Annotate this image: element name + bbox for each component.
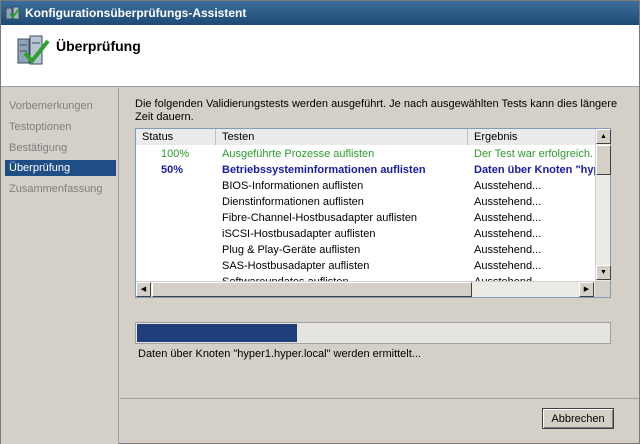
- scroll-corner: [595, 281, 610, 297]
- row-result: Ausstehend...: [474, 260, 542, 272]
- nav-item-zusammenfassung[interactable]: Zusammenfassung: [5, 181, 116, 197]
- column-header-status[interactable]: Status: [136, 129, 216, 145]
- cancel-button[interactable]: Abbrechen: [542, 408, 614, 429]
- row-result: Daten über Knoten "hyper1...: [474, 164, 595, 176]
- wizard-header: Überprüfung: [1, 25, 639, 87]
- table-row[interactable]: 50% Betriebssysteminformationen auflisten…: [136, 162, 595, 178]
- scroll-left-icon[interactable]: ◀: [136, 282, 151, 297]
- table-row[interactable]: SAS-Hostbusadapter auflisten Ausstehend..…: [136, 258, 595, 274]
- row-result: Ausstehend...: [474, 196, 542, 208]
- wizard-window: Konfigurationsüberprüfungs-Assistent Übe…: [0, 0, 640, 444]
- column-header-testen[interactable]: Testen: [216, 129, 468, 145]
- scroll-right-icon[interactable]: ▶: [579, 282, 594, 297]
- row-test-name: Softwareupdates auflisten: [222, 274, 467, 281]
- scroll-down-icon[interactable]: ▼: [596, 265, 611, 280]
- row-test-name: Plug & Play-Geräte auflisten: [222, 244, 361, 256]
- app-icon: [5, 6, 20, 20]
- column-header-ergebnis[interactable]: Ergebnis: [468, 129, 595, 145]
- table-row[interactable]: iSCSI-Hostbusadapter auflisten Ausstehend…: [136, 226, 595, 242]
- table-row[interactable]: BIOS-Informationen auflisten Ausstehend..…: [136, 178, 595, 194]
- nav-item-bestaetigung[interactable]: Bestätigung: [5, 140, 116, 156]
- tests-list[interactable]: Status Testen Ergebnis 100% Ausgeführte P…: [135, 128, 611, 298]
- list-rows: 100% Ausgeführte Prozesse auflisten Der Te…: [136, 146, 595, 281]
- window-title: Konfigurationsüberprüfungs-Assistent: [25, 6, 247, 20]
- table-row[interactable]: Dienstinformationen auflisten Ausstehend.…: [136, 194, 595, 210]
- wizard-nav: Vorbemerkungen Testoptionen Bestätigung …: [1, 88, 119, 444]
- status-text: Daten über Knoten "hyper1.hyper.local" w…: [138, 348, 421, 360]
- nav-item-vorbemerkungen[interactable]: Vorbemerkungen: [5, 98, 116, 114]
- row-result: Ausstehend...: [474, 228, 542, 240]
- row-result: Ausstehend...: [474, 244, 542, 256]
- table-row[interactable]: Softwareupdates auflisten Ausstehend...: [136, 274, 595, 281]
- horizontal-scroll-thumb[interactable]: [152, 282, 472, 297]
- row-result: Ausstehend...: [474, 212, 542, 224]
- title-bar[interactable]: Konfigurationsüberprüfungs-Assistent: [1, 1, 639, 25]
- scroll-up-icon[interactable]: ▲: [596, 129, 611, 144]
- row-test-name: SAS-Hostbusadapter auflisten: [222, 260, 370, 272]
- vertical-scroll-thumb[interactable]: [596, 145, 611, 175]
- checklist-server-icon: [17, 35, 50, 65]
- nav-item-testoptionen[interactable]: Testoptionen: [5, 119, 116, 135]
- progress-bar: [135, 322, 611, 344]
- row-result: Ausstehend...: [474, 274, 595, 281]
- row-test-name: Fibre-Channel-Hostbusadapter auflisten: [222, 212, 418, 224]
- page-title: Überprüfung: [56, 38, 141, 54]
- row-test-name: Betriebssysteminformationen auflisten: [222, 164, 426, 176]
- table-row[interactable]: 100% Ausgeführte Prozesse auflisten Der Te…: [136, 146, 595, 162]
- row-test-name: iSCSI-Hostbusadapter auflisten: [222, 228, 376, 240]
- row-result: Der Test war erfolgreich.: [474, 148, 594, 160]
- row-test-name: Dienstinformationen auflisten: [222, 196, 364, 208]
- table-row[interactable]: Plug & Play-Geräte auflisten Ausstehend..…: [136, 242, 595, 258]
- intro-text: Die folgenden Validierungstests werden a…: [135, 98, 618, 123]
- content-pane: Die folgenden Validierungstests werden a…: [120, 88, 639, 398]
- row-result: Ausstehend...: [474, 180, 542, 192]
- nav-item-ueberpruefung[interactable]: Überprüfung: [5, 160, 116, 176]
- row-status: 50%: [161, 164, 184, 176]
- horizontal-scrollbar[interactable]: ◀ ▶: [136, 281, 595, 297]
- footer-divider: [120, 398, 639, 399]
- row-test-name: Ausgeführte Prozesse auflisten: [222, 148, 375, 160]
- table-row[interactable]: Fibre-Channel-Hostbusadapter auflisten Au…: [136, 210, 595, 226]
- row-test-name: BIOS-Informationen auflisten: [222, 180, 364, 192]
- vertical-scrollbar[interactable]: ▲ ▼: [595, 129, 611, 281]
- row-status: 100%: [161, 148, 190, 160]
- list-header: Status Testen Ergebnis: [136, 129, 595, 145]
- progress-fill: [137, 324, 297, 342]
